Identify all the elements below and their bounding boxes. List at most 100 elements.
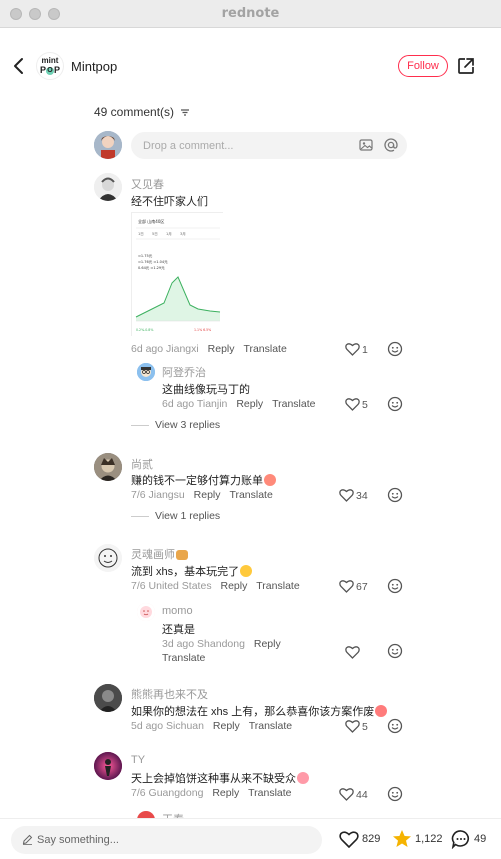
- palette-icon: [176, 550, 188, 560]
- post-header: mint POP Mintpop Follow: [0, 28, 501, 106]
- commenter-avatar[interactable]: [137, 363, 155, 381]
- comment-date: 7/6: [131, 787, 146, 799]
- image-mini-line: ≈1.76元 ≈1.04元: [138, 260, 168, 264]
- comment-image[interactable]: 全部 山南40区 1日 5日 1月 3月 ≈1.75元 ≈1.76元 ≈1.04…: [131, 212, 224, 337]
- comment-bubble-icon: [451, 830, 470, 849]
- comment-text: 这曲线像玩马丁的: [162, 384, 250, 396]
- smile-icon[interactable]: [387, 396, 403, 412]
- comment-location: Jiangxi: [166, 343, 199, 355]
- comment-count-label: 49 comment(s): [94, 105, 175, 119]
- comment-count: 49 comment(s): [94, 105, 190, 119]
- commenter-name[interactable]: 熊熊再也来不及: [131, 686, 208, 702]
- image-mini-line: 0.64元 ≈1.29元: [138, 266, 165, 270]
- comment-text: 赚的钱不一定够付算力账单: [131, 472, 276, 488]
- comment-date: 7/6: [131, 580, 146, 592]
- logo-text-bottom: POP: [39, 65, 61, 75]
- sort-icon[interactable]: [180, 108, 190, 117]
- comment-input-placeholder: Drop a comment...: [143, 140, 234, 152]
- comment-text: 经不住吓家人们: [131, 196, 208, 208]
- heart-icon: [345, 720, 360, 733]
- heart-icon: [345, 343, 360, 356]
- comment-meta: 6d ago Tianjin Reply Translate: [162, 398, 316, 410]
- comment-total-count: 49: [474, 833, 487, 845]
- comment-meta: 3d ago Shandong Reply: [162, 638, 281, 650]
- mention-icon[interactable]: [383, 137, 399, 153]
- smile-icon[interactable]: [387, 643, 403, 659]
- comment-input[interactable]: Drop a comment...: [131, 132, 407, 159]
- commenter-avatar[interactable]: [94, 684, 122, 712]
- commenter-name[interactable]: TY: [131, 754, 145, 766]
- image-mini-tab: 1月: [166, 231, 172, 236]
- comment-text: 还真是: [162, 624, 195, 636]
- commenter-avatar[interactable]: [94, 544, 122, 572]
- smile-icon[interactable]: [387, 786, 403, 802]
- say-something-input[interactable]: Say something...: [11, 826, 322, 854]
- view-more-replies[interactable]: View 3 replies: [131, 419, 220, 431]
- image-mini-tab: 3月: [180, 231, 186, 236]
- reply-button[interactable]: Reply: [208, 343, 235, 355]
- logo-dot: O: [46, 66, 54, 75]
- like-count: 5: [362, 721, 368, 733]
- comment-meta: 5d ago Sichuan Reply Translate: [131, 720, 292, 732]
- say-something-placeholder: Say something...: [37, 834, 119, 846]
- smile-icon[interactable]: [387, 487, 403, 503]
- comment-meta: 6d ago Jiangxi Reply Translate: [131, 343, 287, 355]
- image-mini-footer: 0.2%-0.8%: [136, 328, 153, 332]
- smile-icon[interactable]: [387, 718, 403, 734]
- reply-button[interactable]: Reply: [213, 720, 240, 732]
- commenter-avatar[interactable]: [94, 173, 122, 201]
- heart-icon: [339, 788, 354, 801]
- back-arrow-icon[interactable]: [10, 56, 28, 76]
- account-logo-avatar[interactable]: mint POP: [36, 52, 64, 80]
- comment-location: United States: [148, 580, 212, 592]
- smile-icon[interactable]: [387, 341, 403, 357]
- comment-location: Jiangsu: [148, 489, 185, 501]
- translate-button[interactable]: Translate: [243, 343, 286, 355]
- comment-date: 5d ago: [131, 720, 164, 732]
- reply-button[interactable]: Reply: [236, 398, 263, 410]
- translate-button[interactable]: Translate: [272, 398, 315, 410]
- translate-button[interactable]: Translate: [229, 489, 272, 501]
- commenter-name[interactable]: momo: [162, 605, 193, 617]
- smile-icon[interactable]: [387, 578, 403, 594]
- image-mini-tab: 1日: [138, 232, 144, 236]
- heart-icon: [345, 398, 360, 411]
- commenter-avatar[interactable]: [94, 752, 122, 780]
- comment-location: Sichuan: [166, 720, 204, 732]
- commenter-name[interactable]: 又见春: [131, 176, 164, 192]
- translate-button[interactable]: Translate: [249, 720, 292, 732]
- translate-button[interactable]: Translate: [162, 652, 205, 664]
- account-name[interactable]: Mintpop: [71, 59, 117, 74]
- view-more-replies[interactable]: View 1 replies: [131, 510, 220, 522]
- reply-button[interactable]: Reply: [254, 638, 281, 650]
- share-icon[interactable]: [457, 57, 475, 75]
- commenter-avatar[interactable]: [94, 453, 122, 481]
- commenter-name[interactable]: 阿登乔治: [162, 364, 206, 380]
- my-avatar: [94, 131, 122, 159]
- emoji-sticker-icon: [375, 705, 388, 717]
- comment-meta: 7/6 United States Reply Translate: [131, 580, 300, 592]
- comment-location: Shandong: [197, 638, 245, 650]
- reply-button[interactable]: Reply: [212, 787, 239, 799]
- comment-location: Tianjin: [196, 398, 228, 410]
- reply-button[interactable]: Reply: [221, 580, 248, 592]
- comment-date: 7/6: [131, 489, 146, 501]
- like-count: 44: [356, 789, 368, 801]
- image-mini-title: 全部 山南40区: [138, 218, 164, 224]
- like-count: 5: [362, 399, 368, 411]
- image-icon[interactable]: [359, 138, 373, 152]
- follow-button[interactable]: Follow: [398, 55, 448, 77]
- reply-button[interactable]: Reply: [194, 489, 221, 501]
- collect-button[interactable]: 1,122: [392, 829, 444, 851]
- post-like-button[interactable]: 829: [339, 829, 387, 851]
- comments-button[interactable]: 49: [451, 829, 491, 851]
- translate-button[interactable]: Translate: [248, 787, 291, 799]
- commenter-avatar[interactable]: [137, 603, 155, 621]
- comment-date: 6d ago: [131, 343, 164, 355]
- window-titlebar: rednote: [0, 0, 501, 28]
- window-title: rednote: [221, 6, 280, 21]
- commenter-name[interactable]: 灵魂画师: [131, 546, 188, 562]
- commenter-name[interactable]: 尚贰: [131, 456, 153, 472]
- heart-icon: [339, 489, 354, 502]
- translate-button[interactable]: Translate: [256, 580, 299, 592]
